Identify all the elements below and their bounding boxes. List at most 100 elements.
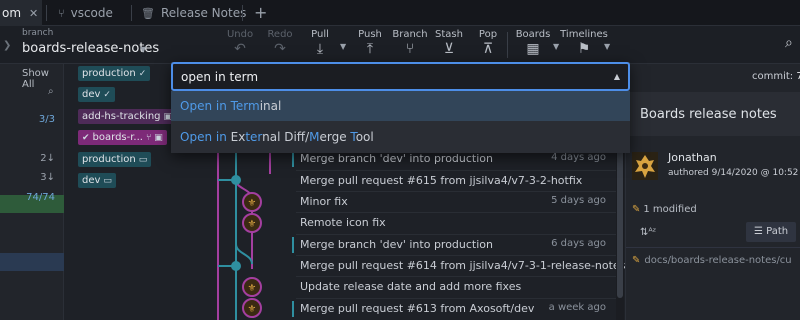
command-palette: ▲ Open in Terminal Open in External Diff… — [171, 62, 630, 153]
chevron-down-icon[interactable]: ▼ — [140, 45, 146, 54]
laptop-icon: ▭ — [103, 176, 112, 186]
boards-icon: ▦ — [526, 41, 540, 57]
commit-row[interactable]: Minor fix 5 days ago — [296, 191, 616, 212]
branch-stripe — [292, 151, 294, 167]
branch-badge-dev[interactable]: dev ✓ — [78, 87, 115, 102]
command-palette-input-box[interactable]: ▲ — [171, 62, 630, 91]
boards-chevron-icon[interactable]: ▼ — [553, 42, 559, 51]
author-name: Jonathan — [668, 151, 717, 164]
search-icon[interactable]: ⌕ — [785, 35, 793, 51]
behind-count: 2↓ — [40, 153, 55, 164]
trash-icon: 🗑 — [141, 6, 155, 20]
tab-repo[interactable]: om ✕ — [0, 0, 42, 26]
path-view-button[interactable]: ☰ Path — [746, 222, 796, 242]
branch-icon: ⑂ — [405, 41, 415, 57]
file-row[interactable]: ✎ docs/boards-release-notes/cu — [632, 255, 792, 266]
commit-row[interactable]: Remote icon fix — [296, 212, 616, 233]
palette-item-open-in-external-diff-merge-tool[interactable]: Open in External Diff/Merge Tool — [171, 122, 630, 152]
match-highlight: Open in — [180, 130, 231, 144]
branch-count: 3/3 — [38, 114, 55, 125]
commit-node[interactable] — [231, 261, 241, 271]
avatar-node[interactable]: ⚜ — [242, 213, 262, 233]
avatar-node[interactable]: ⚜ — [242, 298, 262, 318]
commit-row[interactable]: Merge pull request #614 from jjsilva4/v7… — [296, 255, 625, 276]
search-icon[interactable]: ⌕ — [48, 86, 54, 97]
toolbar: ❯ branch boards-release-notes ▼ Undo ↶ R… — [0, 26, 800, 64]
stash-icon: ⊻ — [443, 41, 455, 57]
tab-divider — [242, 5, 243, 21]
undo-button[interactable]: Undo ↶ — [220, 29, 260, 57]
commit-title-bar: Boards release notes — [626, 92, 800, 136]
match-highlight: ter — [245, 130, 263, 144]
remote-count: 74/74 — [26, 192, 55, 203]
commit-node[interactable] — [231, 175, 241, 185]
avatar-node[interactable]: ⚜ — [242, 192, 262, 212]
remote-badge-dev[interactable]: dev ▭ — [78, 173, 116, 188]
sort-az-icon[interactable]: ⇅ᴬᶻ — [640, 227, 656, 238]
app-window: om ✕ ⑂ vscode 🗑 Release Notes + ❯ branch… — [0, 0, 800, 320]
ref-column: production ✓ dev ✓ add-hs-tracking ▣ ✔ board… — [70, 64, 177, 320]
command-search-input[interactable] — [181, 68, 581, 86]
path-label: Path — [766, 226, 789, 237]
add-tab-icon[interactable]: + — [254, 3, 267, 22]
commit-row[interactable]: Merge pull request #613 from Axosoft/dev… — [292, 298, 616, 319]
redo-button[interactable]: Redo ↷ — [260, 29, 300, 57]
chevron-left-icon[interactable]: ❯ — [3, 40, 11, 51]
branch-selector[interactable]: boards-release-notes — [22, 41, 159, 56]
ref-row[interactable]: dev ✓ — [70, 85, 176, 103]
tab-label: Release Notes — [160, 6, 247, 20]
commit-date: a week ago — [548, 302, 606, 313]
stash-label: Stash — [435, 29, 463, 40]
commit-row[interactable]: Update release date and add more fixes — [296, 276, 616, 297]
ref-row[interactable]: ✔ boards-r... ⑂ ▣ — [70, 128, 176, 146]
avatar-node[interactable]: ⚜ — [242, 277, 262, 297]
commit-sha[interactable]: commit: 72 — [752, 71, 800, 82]
pencil-icon: ✎ — [632, 255, 641, 266]
close-icon[interactable]: ✕ — [29, 7, 38, 20]
branch-icon: ⑂ ▣ — [145, 133, 163, 143]
checkmark-icon: ✔ — [82, 133, 90, 143]
show-all-button[interactable]: Show All — [22, 68, 63, 90]
palette-item-open-in-terminal[interactable]: Open in Terminal — [171, 91, 630, 121]
tab-vscode[interactable]: ⑂ vscode — [58, 0, 113, 26]
commit-row[interactable]: Merge branch 'dev' into production 6 days… — [292, 234, 616, 255]
branch-badge-add-hs-tracking[interactable]: add-hs-tracking ▣ — [78, 109, 177, 124]
branch-badge-production[interactable]: production ✓ — [78, 66, 151, 81]
commit-detail-panel: commit: 72 Boards release notes Jonathan… — [625, 64, 800, 320]
boards-button[interactable]: Boards ▦ — [513, 29, 553, 57]
tab-divider — [46, 5, 47, 21]
branch-badge-boards[interactable]: ✔ boards-r... ⑂ ▣ — [78, 130, 167, 145]
pull-button[interactable]: Pull ⤓ — [300, 29, 340, 57]
ref-row[interactable]: add-hs-tracking ▣ — [70, 107, 177, 125]
pop-button[interactable]: Pop ⊼ — [468, 29, 508, 57]
check-icon: ✓ — [138, 69, 147, 79]
chevron-up-icon[interactable]: ▲ — [614, 72, 620, 81]
item-text: erge — [319, 130, 351, 144]
remote-badge-production[interactable]: production ▭ — [78, 152, 152, 167]
commit-message: Merge pull request #615 from jjsilva4/v7… — [300, 174, 583, 187]
timelines-button[interactable]: Timelines ⚑ — [560, 29, 608, 57]
toolbar-divider — [507, 32, 508, 58]
match-highlight: Term — [230, 99, 260, 113]
commit-row[interactable]: Merge pull request #615 from jjsilva4/v7… — [296, 170, 616, 191]
commit-date: 5 days ago — [551, 195, 606, 206]
branch-button[interactable]: Branch ⑂ — [390, 29, 430, 57]
ref-row[interactable]: dev ▭ — [70, 171, 176, 189]
push-label: Push — [358, 29, 382, 40]
push-button[interactable]: Push ⤒ — [350, 29, 390, 57]
pop-icon: ⊼ — [482, 41, 494, 57]
pull-options-chevron-icon[interactable]: ▼ — [340, 42, 346, 51]
check-icon: ✓ — [103, 90, 111, 100]
ref-row[interactable]: production ✓ — [70, 64, 176, 82]
undo-icon: ↶ — [234, 41, 246, 57]
match-highlight: Open in — [180, 99, 231, 113]
tab-release-notes[interactable]: 🗑 Release Notes — [141, 0, 246, 26]
timelines-chevron-icon[interactable]: ▼ — [604, 42, 610, 51]
pencil-icon: ✎ — [632, 204, 641, 215]
stash-button[interactable]: Stash ⊻ — [429, 29, 469, 57]
ref-row[interactable]: production ▭ — [70, 150, 176, 168]
list-icon: ☰ — [754, 226, 767, 237]
badge-label: boards-r... — [92, 132, 143, 143]
boards-label: Boards — [515, 29, 551, 40]
badge-label: production — [82, 154, 136, 165]
